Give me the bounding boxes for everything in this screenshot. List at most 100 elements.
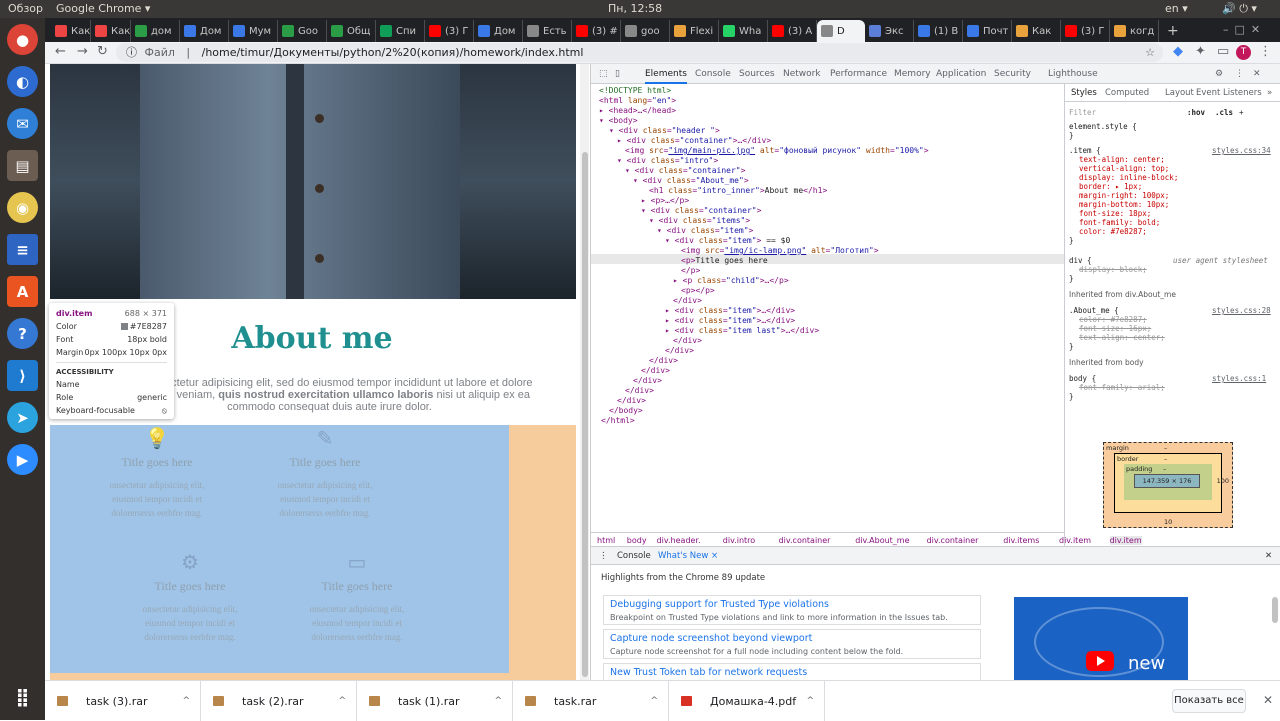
dom-node-line[interactable]: <p>Title goes here: [681, 256, 768, 266]
styles-tab[interactable]: Computed: [1105, 88, 1149, 98]
breadcrumb-item[interactable]: div.container: [927, 536, 979, 545]
dom-node-line[interactable]: ▸ <div class="item last">…</div>: [665, 326, 819, 336]
tab-18[interactable]: (1) В: [914, 20, 963, 42]
dom-node-line[interactable]: ▾ <div class="container">: [625, 166, 745, 176]
extensions-puzzle-icon[interactable]: ✦: [1195, 44, 1206, 59]
whats-new-video[interactable]: new: [1014, 597, 1188, 681]
whats-new-item[interactable]: Debugging support for Trusted Type viola…: [603, 595, 981, 625]
tab-11[interactable]: (3) #: [572, 20, 621, 42]
dom-node-line[interactable]: </html>: [601, 416, 635, 426]
dom-node-line[interactable]: ▾ <div class="header ">: [609, 126, 720, 136]
tab-network[interactable]: Network: [783, 69, 821, 79]
device-toolbar-icon[interactable]: ▯: [615, 69, 620, 79]
breadcrumb-item[interactable]: html: [597, 536, 615, 545]
tab-whats-new[interactable]: What's New ×: [658, 551, 718, 561]
dom-node-line[interactable]: ▸ <head>…</head>: [599, 106, 676, 116]
dom-node-line[interactable]: </div>: [633, 376, 662, 386]
dom-node-line[interactable]: ▾ <div class="items">: [649, 216, 750, 226]
dom-node-line[interactable]: ▾ <div class="intro">: [617, 156, 718, 166]
play-icon[interactable]: [1086, 651, 1114, 671]
styles-tab[interactable]: Styles: [1071, 88, 1097, 98]
tab-10[interactable]: Есть: [523, 20, 572, 42]
chevron-up-icon[interactable]: ^: [494, 696, 502, 706]
tab-0[interactable]: Как: [51, 20, 91, 42]
cast-icon[interactable]: ▭: [1217, 44, 1229, 59]
mail-icon[interactable]: ✉: [7, 108, 38, 139]
whats-new-title[interactable]: Debugging support for Trusted Type viola…: [610, 599, 974, 610]
breadcrumb-item[interactable]: body: [627, 536, 647, 545]
language-indicator[interactable]: en ▾: [1165, 2, 1188, 15]
clock[interactable]: Пн, 12:58: [608, 2, 662, 15]
breadcrumb-item[interactable]: div.container: [779, 536, 831, 545]
dom-node-line[interactable]: <img src="img/ic-lamp.png" alt="Логотип"…: [681, 246, 879, 256]
dom-node-line[interactable]: </div>: [665, 346, 694, 356]
tab-2[interactable]: дом: [131, 20, 180, 42]
info-icon[interactable]: ⓘ: [126, 46, 137, 59]
dom-node-line[interactable]: ▸ <p>…</p>: [641, 196, 689, 206]
devtools-menu-icon[interactable]: ⋮: [1235, 69, 1244, 79]
chevron-up-icon[interactable]: ^: [338, 696, 346, 706]
dom-node-line[interactable]: </p>: [681, 266, 700, 276]
dom-node-line[interactable]: </body>: [609, 406, 643, 416]
style-source-link[interactable]: styles.css:34: [1212, 146, 1271, 155]
download-item[interactable]: task.rar ^: [513, 681, 669, 721]
dom-node-line[interactable]: </div>: [625, 386, 654, 396]
new-tab-button[interactable]: +: [1163, 20, 1183, 42]
tab-security[interactable]: Security: [994, 69, 1031, 79]
tab-16[interactable]: D: [817, 20, 865, 42]
tab-3[interactable]: Дом: [180, 20, 229, 42]
chevron-up-icon[interactable]: ^: [650, 696, 658, 706]
app-grid-icon[interactable]: ⣿: [7, 682, 38, 713]
system-status-icons[interactable]: 🔊 ⏻ ▾: [1222, 2, 1257, 16]
dom-node-line[interactable]: ▾ <div class="item">: [657, 226, 753, 236]
tab-17[interactable]: Экс: [865, 20, 914, 42]
dom-node-line[interactable]: ▸ <p class="child">…</p>: [673, 276, 789, 286]
inspect-element-icon[interactable]: ⬚: [599, 69, 608, 79]
app-menu[interactable]: Google Chrome ▾: [56, 2, 150, 15]
hov-toggle[interactable]: :hov: [1187, 108, 1205, 117]
tab-elements[interactable]: Elements: [645, 69, 687, 84]
style-source-link[interactable]: styles.css:1: [1212, 374, 1266, 383]
tab-application[interactable]: Application: [936, 69, 986, 79]
styles-tab[interactable]: Event Listeners: [1196, 88, 1262, 98]
devtools-settings-icon[interactable]: ⚙: [1215, 69, 1223, 79]
breadcrumb-item[interactable]: div.About_me: [855, 536, 909, 545]
dom-node-line[interactable]: <!DOCTYPE html>: [599, 86, 671, 96]
tab-7[interactable]: Спи: [376, 20, 425, 42]
dom-node-line[interactable]: ▾ <div class="item"> == $0: [665, 236, 790, 246]
style-source-link[interactable]: styles.css:28: [1212, 306, 1271, 315]
dom-node-line[interactable]: </div>: [617, 396, 646, 406]
dom-node-line[interactable]: ▾ <div class="About_me">: [633, 176, 749, 186]
cls-toggle[interactable]: .cls: [1215, 108, 1233, 117]
show-all-downloads-button[interactable]: Показать все: [1172, 689, 1246, 713]
dom-node-line[interactable]: </div>: [673, 296, 702, 306]
whats-new-item[interactable]: Capture node screenshot beyond viewport C…: [603, 629, 981, 659]
zoom-icon[interactable]: ▶: [7, 444, 38, 475]
dom-node-line[interactable]: ▾ <div class="container">: [641, 206, 761, 216]
dom-node-line[interactable]: <p></p>: [681, 286, 715, 296]
window-controls[interactable]: –□✕: [1223, 23, 1266, 36]
chrome-icon[interactable]: ●: [7, 24, 38, 55]
tab-6[interactable]: Общ: [327, 20, 376, 42]
tab-memory[interactable]: Memory: [894, 69, 931, 79]
dom-node-line[interactable]: </div>: [673, 336, 702, 346]
address-bar[interactable]: ⓘ Файл | /home/timur/Документы/python/2%…: [116, 43, 1163, 62]
drawer-close-icon[interactable]: ✕: [1265, 551, 1272, 561]
reload-button[interactable]: ↻: [97, 44, 108, 59]
activities-button[interactable]: Обзор: [8, 2, 43, 15]
forward-button[interactable]: →: [77, 44, 88, 59]
styles-tab[interactable]: Layout: [1165, 88, 1194, 98]
drawer-menu-icon[interactable]: ⋮: [599, 551, 608, 561]
tab-21[interactable]: (3) Г: [1061, 20, 1110, 42]
whats-new-title[interactable]: Capture node screenshot beyond viewport: [610, 633, 974, 644]
breadcrumb-item[interactable]: div.header.: [657, 536, 701, 545]
music-icon[interactable]: ◉: [7, 192, 38, 223]
tab-9[interactable]: Дом: [474, 20, 523, 42]
chevron-up-icon[interactable]: ^: [182, 696, 190, 706]
dom-node-line[interactable]: </div>: [649, 356, 678, 366]
tab-4[interactable]: Мум: [229, 20, 278, 42]
profile-avatar[interactable]: T: [1236, 45, 1251, 60]
tab-sources[interactable]: Sources: [739, 69, 775, 79]
elements-tree[interactable]: <!DOCTYPE html> <html lang="en"> ▸ <head>……: [591, 84, 1064, 532]
download-item[interactable]: task (2).rar ^: [201, 681, 357, 721]
